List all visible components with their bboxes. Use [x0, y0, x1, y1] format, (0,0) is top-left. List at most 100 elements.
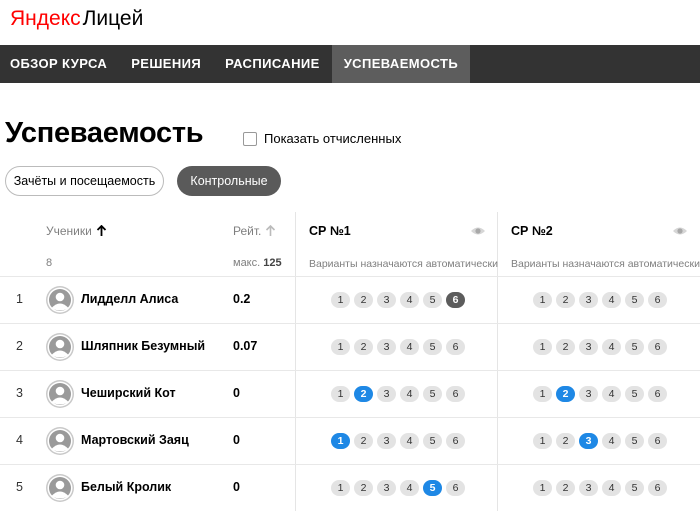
variant-chip[interactable]: 4: [602, 432, 621, 449]
student-name[interactable]: Чеширский Кот: [81, 386, 176, 400]
variant-chip[interactable]: 1: [331, 432, 350, 449]
variant-chip[interactable]: 3: [377, 291, 396, 308]
variant-chip[interactable]: 3: [579, 479, 598, 496]
variant-chip[interactable]: 5: [625, 338, 644, 355]
eye-icon[interactable]: [672, 226, 688, 236]
students-header[interactable]: Ученики: [46, 224, 107, 238]
variant-chip[interactable]: 6: [648, 432, 667, 449]
variant-chip[interactable]: 1: [533, 338, 552, 355]
variant-chip[interactable]: 3: [377, 479, 396, 496]
variant-chip[interactable]: 5: [423, 385, 442, 402]
page-title: Успеваемость: [5, 117, 204, 149]
nav-solutions[interactable]: РЕШЕНИЯ: [119, 45, 213, 83]
variant-chip[interactable]: 5: [423, 479, 442, 496]
variant-chip[interactable]: 4: [400, 385, 419, 402]
rating-header-label: Рейт.: [233, 224, 262, 238]
variant-chip[interactable]: 6: [648, 385, 667, 402]
variant-chip[interactable]: 3: [377, 338, 396, 355]
variant-chip[interactable]: 1: [331, 479, 350, 496]
variant-chip[interactable]: 2: [556, 479, 575, 496]
variant-chip[interactable]: 1: [533, 385, 552, 402]
variant-chip[interactable]: 2: [556, 338, 575, 355]
nav-course-overview[interactable]: ОБЗОР КУРСА: [0, 45, 119, 83]
variant-chip[interactable]: 4: [602, 479, 621, 496]
rating-max: макс. 125: [233, 257, 282, 269]
variant-chip[interactable]: 1: [533, 479, 552, 496]
variant-chip[interactable]: 5: [423, 338, 442, 355]
yandex-lyceum-logo[interactable]: ЯндексЛицей: [10, 6, 143, 32]
variant-chip[interactable]: 2: [556, 432, 575, 449]
avatar[interactable]: [46, 473, 74, 502]
variant-chip[interactable]: 3: [579, 385, 598, 402]
variant-chip[interactable]: 4: [400, 432, 419, 449]
variant-chip[interactable]: 6: [446, 291, 465, 308]
variant-chip[interactable]: 6: [446, 385, 465, 402]
variant-chip[interactable]: 4: [400, 479, 419, 496]
student-name[interactable]: Лидделл Алиса: [81, 292, 178, 306]
student-name[interactable]: Мартовский Заяц: [81, 433, 189, 447]
variant-chip[interactable]: 1: [331, 338, 350, 355]
show-expelled-label[interactable]: Показать отчисленных: [264, 131, 401, 146]
row-number: 4: [16, 432, 23, 447]
avatar[interactable]: [46, 379, 74, 408]
variant-chip[interactable]: 4: [602, 291, 621, 308]
variant-chip[interactable]: 2: [556, 385, 575, 402]
variant-chip[interactable]: 6: [648, 338, 667, 355]
nav-progress[interactable]: УСПЕВАЕМОСТЬ: [331, 45, 471, 83]
variant-chip[interactable]: 2: [354, 479, 373, 496]
variant-chip[interactable]: 5: [625, 479, 644, 496]
variant-chip[interactable]: 4: [400, 338, 419, 355]
variant-chip[interactable]: 4: [602, 385, 621, 402]
student-rating: 0: [233, 385, 240, 400]
avatar[interactable]: [46, 426, 74, 455]
variant-chip[interactable]: 5: [423, 291, 442, 308]
tests-tab-button[interactable]: Контрольные: [177, 166, 281, 196]
row-number: 3: [16, 385, 23, 400]
variant-chip[interactable]: 4: [400, 291, 419, 308]
variant-chip[interactable]: 6: [648, 291, 667, 308]
variant-chip[interactable]: 2: [354, 432, 373, 449]
variant-chip[interactable]: 3: [377, 385, 396, 402]
variant-chip[interactable]: 3: [579, 432, 598, 449]
variant-chip[interactable]: 2: [556, 291, 575, 308]
test-1-variants: 123456: [331, 385, 465, 402]
nav-schedule[interactable]: РАСПИСАНИЕ: [213, 45, 332, 83]
row-divider: [0, 323, 700, 324]
variant-chip[interactable]: 1: [331, 291, 350, 308]
student-name[interactable]: Белый Кролик: [81, 480, 171, 494]
attendance-tab-button[interactable]: Зачёты и посещаемость: [5, 166, 164, 196]
eye-icon[interactable]: [470, 226, 486, 236]
variant-chip[interactable]: 1: [533, 291, 552, 308]
test-1-variants: 123456: [331, 432, 465, 449]
variant-chip[interactable]: 3: [579, 338, 598, 355]
variant-chip[interactable]: 1: [331, 385, 350, 402]
avatar[interactable]: [46, 285, 74, 314]
show-expelled-checkbox[interactable]: [243, 131, 257, 146]
variant-chip[interactable]: 3: [579, 291, 598, 308]
variant-chip[interactable]: 6: [648, 479, 667, 496]
variant-chip[interactable]: 2: [354, 385, 373, 402]
test-1-variants: 123456: [331, 338, 465, 355]
variant-chip[interactable]: 2: [354, 338, 373, 355]
show-expelled-toggle[interactable]: Показать отчисленных: [243, 131, 401, 146]
variant-chip[interactable]: 5: [423, 432, 442, 449]
avatar[interactable]: [46, 332, 74, 361]
variant-chip[interactable]: 3: [377, 432, 396, 449]
variant-chip[interactable]: 6: [446, 338, 465, 355]
logo-product: Лицей: [82, 7, 144, 30]
variant-chip[interactable]: 4: [602, 338, 621, 355]
variant-chip[interactable]: 5: [625, 385, 644, 402]
variant-chip[interactable]: 1: [533, 432, 552, 449]
variant-chip[interactable]: 5: [625, 291, 644, 308]
students-count: 8: [46, 257, 53, 269]
rating-header[interactable]: Рейт.: [233, 224, 276, 238]
test-2-title: СР №2: [511, 224, 553, 238]
student-name[interactable]: Шляпник Безумный: [81, 339, 205, 353]
variant-chip[interactable]: 2: [354, 291, 373, 308]
variant-chip[interactable]: 6: [446, 479, 465, 496]
variant-chip[interactable]: 6: [446, 432, 465, 449]
test-1-subtitle: Варианты назначаются автоматически: [309, 258, 498, 270]
variant-chip[interactable]: 5: [625, 432, 644, 449]
main-nav: ОБЗОР КУРСА РЕШЕНИЯ РАСПИСАНИЕ УСПЕВАЕМОСТЬ: [0, 45, 700, 83]
test-1-title: СР №1: [309, 224, 351, 238]
